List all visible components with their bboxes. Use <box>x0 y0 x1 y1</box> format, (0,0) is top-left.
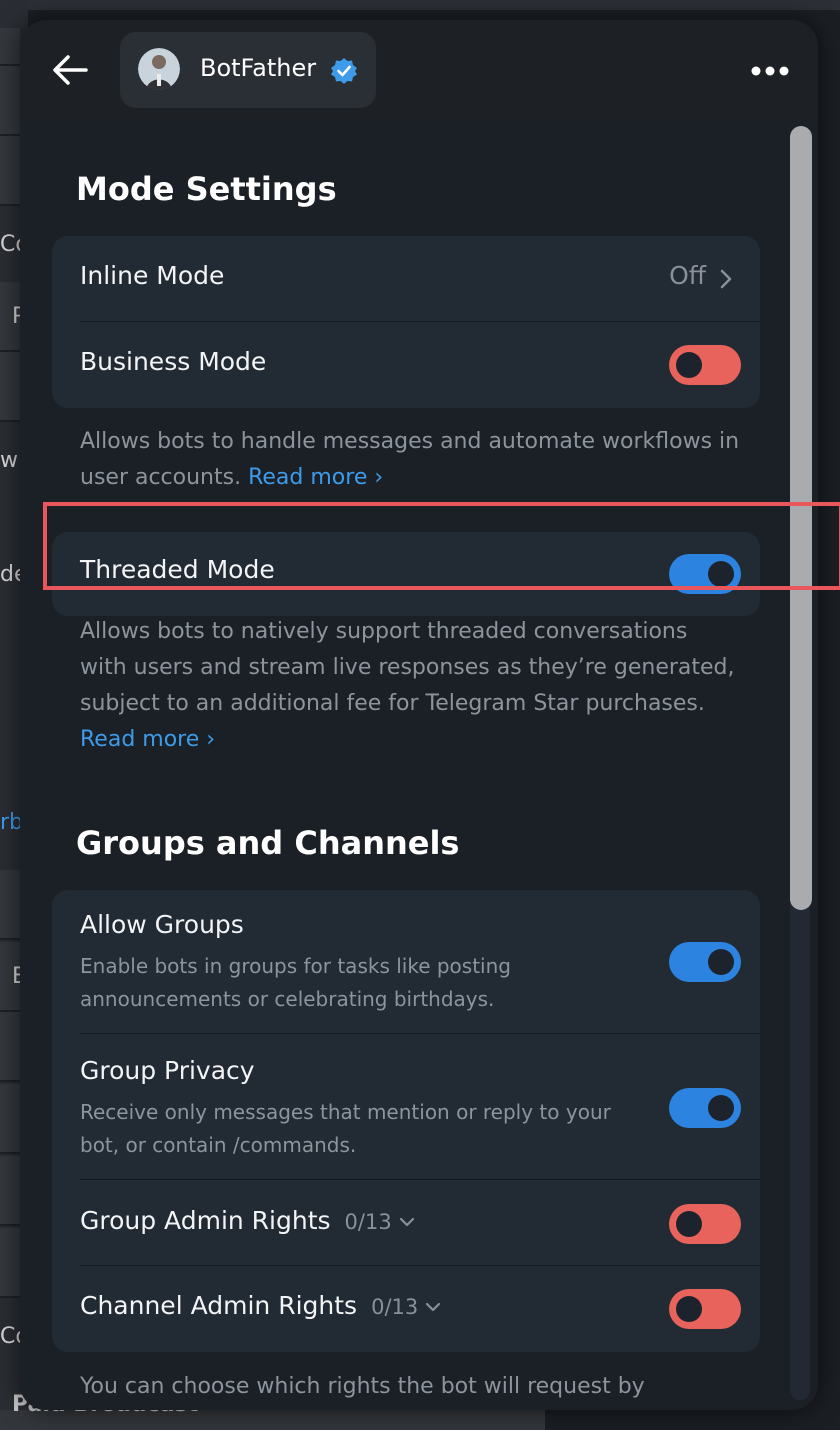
group-privacy-toggle[interactable] <box>669 1088 741 1128</box>
avatar <box>138 48 180 90</box>
scrollbar-thumb[interactable] <box>790 126 812 910</box>
arrow-left-icon <box>53 55 88 85</box>
bot-profile-chip[interactable]: BotFather <box>120 32 376 108</box>
business-read-more-link[interactable]: Read more › <box>248 465 383 490</box>
mode-settings-card: Inline Mode Off Business Mode <box>52 236 760 408</box>
more-horizontal-icon <box>751 66 789 76</box>
background-cell <box>0 1012 20 1082</box>
admin-rights-footer: You can choose which rights the bot will… <box>80 1374 645 1399</box>
section-title-mode-settings: Mode Settings <box>76 170 337 208</box>
group-admin-rights-row[interactable]: Group Admin Rights 0/13 <box>52 1180 760 1266</box>
channel-admin-rights-toggle[interactable] <box>669 1289 741 1329</box>
more-options-button[interactable] <box>746 56 794 86</box>
inline-mode-value: Off <box>669 261 706 290</box>
allow-groups-label: Allow Groups <box>80 910 244 939</box>
threaded-mode-row[interactable]: Threaded Mode <box>52 532 760 616</box>
bot-name: BotFather <box>200 54 317 82</box>
group-admin-rights-count: 0/13 <box>344 1210 392 1234</box>
business-mode-label: Business Mode <box>80 347 267 376</box>
group-privacy-subtitle: Receive only messages that mention or re… <box>80 1100 611 1157</box>
channel-admin-rights-text: Channel Admin Rights <box>80 1291 358 1320</box>
settings-content: Mode Settings Inline Mode Off Business M… <box>20 120 818 1410</box>
chevron-down-icon <box>426 1302 441 1312</box>
threaded-mode-card: Threaded Mode <box>52 532 760 616</box>
group-privacy-row[interactable]: Group Privacy Receive only messages that… <box>52 1034 760 1180</box>
business-mode-row[interactable]: Business Mode <box>52 322 760 408</box>
channel-admin-rights-row[interactable]: Channel Admin Rights 0/13 <box>52 1266 760 1352</box>
background-cell <box>0 28 20 66</box>
group-privacy-label: Group Privacy <box>80 1056 255 1085</box>
background-top-bar <box>0 0 840 10</box>
group-admin-rights-label: Group Admin Rights 0/13 <box>80 1206 416 1235</box>
groups-channels-card: Allow Groups Enable bots in groups for t… <box>52 890 760 1352</box>
background-cell <box>0 1084 20 1154</box>
bot-settings-modal: BotFather Mode Settings Inline Mode Off <box>20 20 818 1410</box>
inline-mode-row[interactable]: Inline Mode Off <box>52 236 760 322</box>
background-cell <box>0 1228 20 1298</box>
background-cell <box>0 66 20 136</box>
background-cell <box>0 136 20 206</box>
background-cell <box>0 870 20 940</box>
verified-badge-icon <box>331 58 357 84</box>
allow-groups-row[interactable]: Allow Groups Enable bots in groups for t… <box>52 890 760 1034</box>
group-admin-rights-text: Group Admin Rights <box>80 1206 331 1235</box>
business-mode-description-text: Allows bots to handle messages and autom… <box>80 429 740 490</box>
threaded-mode-label: Threaded Mode <box>80 555 275 584</box>
chevron-right-icon <box>720 269 732 289</box>
allow-groups-toggle[interactable] <box>669 942 741 982</box>
modal-header: BotFather <box>20 20 818 120</box>
group-admin-rights-toggle[interactable] <box>669 1204 741 1244</box>
threaded-mode-description-text: Allows bots to natively support threaded… <box>80 619 735 716</box>
background-cell <box>0 352 20 422</box>
threaded-mode-description: Allows bots to natively support threaded… <box>80 614 740 758</box>
channel-admin-rights-label: Channel Admin Rights 0/13 <box>80 1291 442 1320</box>
section-title-groups-channels: Groups and Channels <box>76 824 460 862</box>
back-button[interactable] <box>46 46 94 94</box>
chevron-down-icon <box>399 1217 414 1227</box>
channel-admin-rights-count: 0/13 <box>371 1295 419 1319</box>
inline-mode-label: Inline Mode <box>80 261 225 290</box>
business-mode-toggle[interactable] <box>669 345 741 385</box>
allow-groups-subtitle: Enable bots in groups for tasks like pos… <box>80 954 511 1011</box>
threaded-read-more-link[interactable]: Read more › <box>80 727 215 752</box>
business-mode-description: Allows bots to handle messages and autom… <box>80 424 740 496</box>
background-cell <box>0 1156 20 1226</box>
threaded-mode-toggle[interactable] <box>669 554 741 594</box>
